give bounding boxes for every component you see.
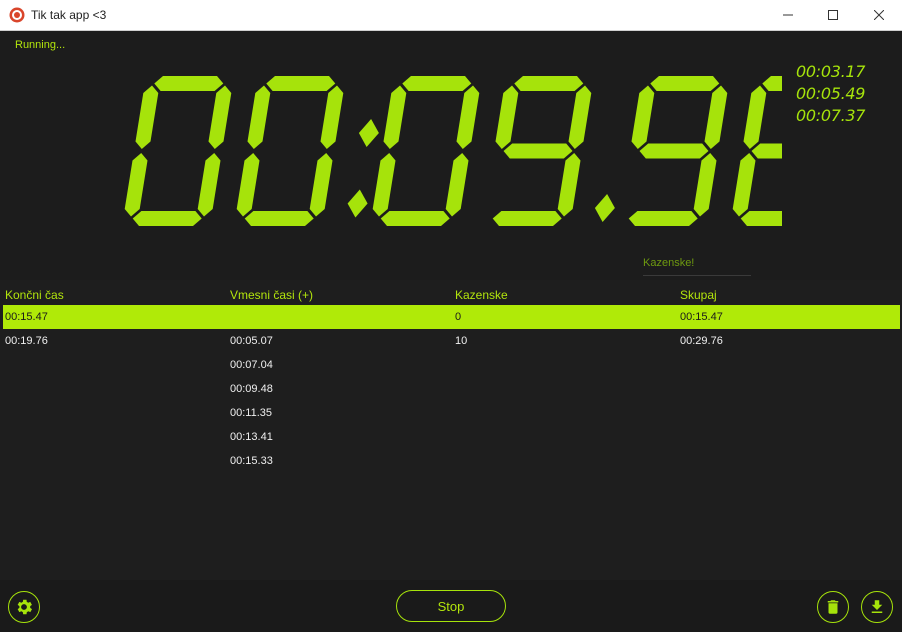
status-text: Running... [15,39,66,51]
timer-segment [154,76,224,91]
delete-button[interactable] [817,591,849,623]
timer-segment [266,76,336,91]
download-icon [871,600,883,613]
cell-final-time: 00:19.76 [5,335,48,347]
timer-segment [704,85,728,149]
cell-penalty: 0 [455,311,462,323]
download-button[interactable] [861,591,893,623]
table-row[interactable]: 00:19.76 00:05.07 10 00:29.76 [3,329,900,353]
lap-time: 00:05.49 [796,84,866,103]
timer-segment [557,153,581,217]
timer-segment [132,211,202,226]
timer-segment [594,194,615,222]
column-header-penalties[interactable]: Kazenske [455,288,508,302]
timer-segment [631,85,655,149]
timer-segment [347,189,368,218]
table-row[interactable]: 00:09.48 [3,377,900,401]
minimize-icon [783,14,793,16]
timer-segment [402,76,472,91]
timer-segment [751,143,782,159]
cell-total: 00:29.76 [680,335,723,347]
main-area: Running... 00:03.17 00:05.49 00:07.37 Ka… [0,31,902,632]
timer-segment [568,85,592,149]
cell-split: 00:13.41 [230,431,273,443]
cell-split: 00:11.35 [230,407,273,419]
bottom-toolbar: Stop [0,580,902,632]
cell-penalty: 10 [455,335,468,347]
timer-segment [309,153,333,217]
table-row[interactable]: 00:07.04 [3,353,900,377]
table-row[interactable]: 00:15.33 [3,449,900,473]
lap-times: 00:03.17 00:05.49 00:07.37 [796,61,886,127]
timer-segment [358,119,379,147]
timer-segment [762,76,782,91]
timer-segment [124,153,148,217]
app-icon [9,7,25,23]
cell-split: 00:07.04 [230,359,273,371]
window-title: Tik tak app <3 [31,8,107,22]
cell-total: 00:15.47 [680,311,723,323]
timer-segment [743,85,767,149]
timer-segment [628,211,698,226]
maximize-icon [828,10,838,20]
timer-segment [740,211,782,226]
close-button[interactable] [856,0,902,30]
penalty-input[interactable]: Kazenske! [643,257,694,269]
table-row[interactable]: 00:13.41 [3,425,900,449]
close-icon [874,10,884,20]
timer-segment [372,153,396,217]
timer-segment [197,153,221,217]
timer-segment [693,153,717,217]
results-table: Končni čas Vmesni časi (+) Kazenske Skup… [0,280,902,580]
column-header-final-time[interactable]: Končni čas [5,288,64,302]
timer-segment [320,85,344,149]
timer-segment [639,143,709,159]
timer-segment [236,153,260,217]
timer-segment [135,85,159,149]
column-header-total[interactable]: Skupaj [680,288,717,302]
timer-segment [244,211,314,226]
penalty-input-underline [643,275,751,276]
timer-segment [208,85,232,149]
cell-split: 00:05.07 [230,335,273,347]
gear-icon [17,599,32,615]
timer-segment [380,211,450,226]
timer-segment [456,85,480,149]
timer-display [124,76,782,226]
stop-button[interactable]: Stop [396,590,506,622]
timer-segment [503,143,573,159]
title-bar: Tik tak app <3 [0,0,902,31]
timer-segment [492,211,562,226]
minimize-button[interactable] [765,0,811,30]
timer-segment [247,85,271,149]
timer-segment [383,85,407,149]
timer-segment [495,85,519,149]
timer-segment [732,153,756,217]
lap-time: 00:03.17 [796,62,866,81]
table-row[interactable]: 00:15.47 0 00:15.47 [3,305,900,329]
cell-split: 00:09.48 [230,383,273,395]
timer-segment [650,76,720,91]
cell-final-time: 00:15.47 [5,311,48,323]
table-row[interactable]: 00:11.35 [3,401,900,425]
column-header-splits[interactable]: Vmesni časi (+) [230,288,313,302]
maximize-button[interactable] [810,0,856,30]
cell-split: 00:15.33 [230,455,273,467]
timer-segment [445,153,469,217]
lap-time: 00:07.37 [796,106,866,125]
timer-segment [514,76,584,91]
settings-button[interactable] [8,591,40,623]
trash-icon [827,600,839,614]
timer-panel: Running... 00:03.17 00:05.49 00:07.37 Ka… [0,31,902,279]
